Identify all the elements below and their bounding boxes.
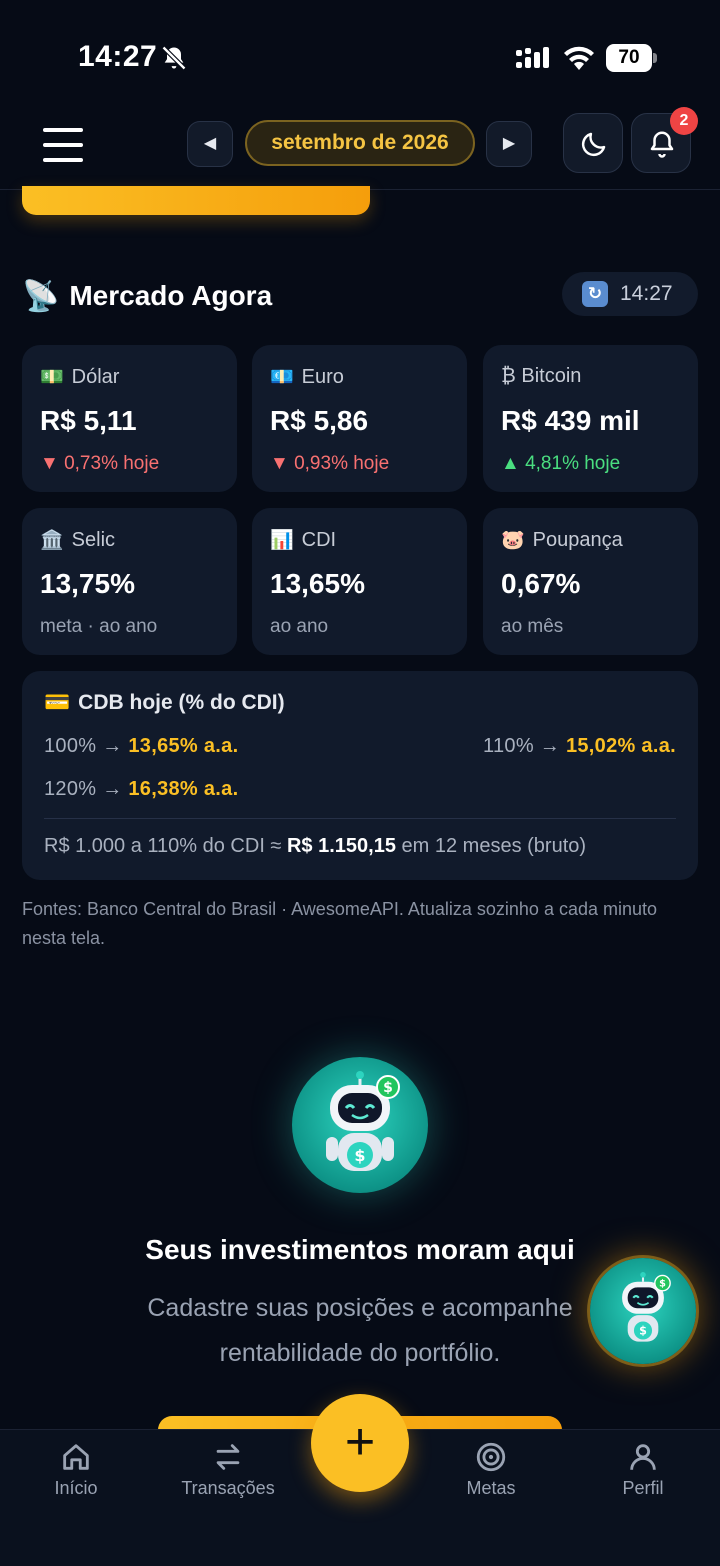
cdb-example: R$ 1.000 a 110% do CDI ≈ R$ 1.150,15 em … bbox=[44, 835, 587, 857]
cdb-rate-row: 100% → 13,65% a.a. bbox=[44, 735, 239, 757]
selic-card: 🏛️ Selic 13,75% meta · ao ano bbox=[22, 508, 237, 655]
card-change: ▲ 4,81% hoje bbox=[501, 453, 621, 474]
bell-muted-icon bbox=[161, 45, 187, 71]
satellite-icon: 📡 bbox=[22, 279, 60, 313]
nav-label: Metas bbox=[466, 1478, 516, 1498]
cellular-signal-icon bbox=[516, 47, 549, 68]
empty-state-title: Seus investimentos moram aqui bbox=[145, 1234, 575, 1265]
credit-card-icon: 💳 bbox=[44, 691, 71, 714]
data-sources-note: Fontes: Banco Central do Brasil · Awesom… bbox=[22, 899, 658, 948]
primary-action-button[interactable] bbox=[22, 186, 370, 215]
user-icon bbox=[630, 1444, 656, 1470]
card-caption: ao mês bbox=[501, 616, 564, 637]
add-button[interactable]: + bbox=[311, 1394, 409, 1492]
card-value: 0,67% bbox=[501, 568, 581, 599]
notification-badge: 2 bbox=[670, 107, 698, 135]
battery-icon: 70 bbox=[606, 44, 657, 72]
card-label: ₿ Bitcoin bbox=[501, 365, 582, 387]
card-value: R$ 5,86 bbox=[270, 405, 369, 436]
nav-label: Transações bbox=[181, 1478, 275, 1498]
menu-button[interactable] bbox=[38, 120, 88, 170]
card-label: CDI bbox=[301, 528, 337, 551]
bitcoin-card: ₿ Bitcoin R$ 439 mil ▲ 4,81% hoje bbox=[483, 345, 698, 492]
cdb-card: 💳 CDB hoje (% do CDI) 100% → 13,65% a.a. … bbox=[22, 671, 698, 880]
refresh-button[interactable]: ↻ 14:27 bbox=[562, 272, 698, 316]
cdb-rate-row: 120% → 16,38% a.a. bbox=[44, 778, 239, 800]
transfer-icon bbox=[216, 1444, 240, 1470]
market-section-title: 📡 Mercado Agora bbox=[22, 274, 272, 318]
dollar-card: 💵 Dólar R$ 5,11 ▼ 0,73% hoje bbox=[22, 345, 237, 492]
home-icon bbox=[63, 1444, 89, 1470]
bar-chart-icon: 📊 bbox=[270, 530, 294, 551]
card-label: Poupança bbox=[532, 528, 623, 551]
status-time: 14:27 bbox=[78, 40, 158, 73]
empty-state-description: Cadastre suas posições e acompanhe renta… bbox=[147, 1294, 573, 1367]
euro-banknote-icon: 💶 bbox=[270, 367, 294, 388]
card-caption: ao ano bbox=[270, 616, 329, 637]
card-label: Selic bbox=[71, 528, 116, 551]
card-caption: meta · ao ano bbox=[40, 616, 158, 637]
assistant-robot-button[interactable]: $ $ bbox=[590, 1258, 696, 1364]
last-updated-time: 14:27 bbox=[620, 282, 673, 305]
refresh-icon: ↻ bbox=[582, 281, 608, 307]
dollar-banknote-icon: 💵 bbox=[40, 367, 64, 388]
card-value: R$ 439 mil bbox=[501, 405, 640, 436]
card-value: 13,75% bbox=[40, 568, 135, 599]
nav-label: Início bbox=[54, 1478, 98, 1498]
nav-item-metas[interactable]: Metas bbox=[421, 1440, 561, 1520]
svg-text:$: $ bbox=[354, 1146, 365, 1165]
nav-item-transacoes[interactable]: Transações bbox=[158, 1440, 298, 1520]
app-header: ◀ setembro de 2026 ▶ bbox=[0, 100, 720, 190]
status-bar: 14:27 70 bbox=[0, 0, 720, 100]
cdb-title: CDB hoje (% do CDI) bbox=[78, 691, 285, 714]
bell-icon bbox=[650, 131, 674, 158]
target-icon bbox=[476, 1442, 506, 1472]
divider bbox=[44, 818, 676, 819]
savings-card: 🐷 Poupança 0,67% ao mês bbox=[483, 508, 698, 655]
theme-toggle-button[interactable] bbox=[563, 113, 623, 173]
card-value: 13,65% bbox=[270, 568, 365, 599]
next-month-button[interactable]: ▶ bbox=[486, 121, 532, 167]
robot-mascot-icon: $ $ bbox=[292, 1057, 428, 1193]
market-title: Mercado Agora bbox=[69, 280, 273, 311]
card-label: Dólar bbox=[71, 365, 120, 388]
euro-card: 💶 Euro R$ 5,86 ▼ 0,93% hoje bbox=[252, 345, 467, 492]
svg-text:$: $ bbox=[639, 1325, 647, 1338]
pig-icon: 🐷 bbox=[501, 530, 525, 551]
nav-label: Perfil bbox=[622, 1478, 664, 1498]
robot-icon: $ $ bbox=[622, 1272, 671, 1342]
card-value: R$ 5,11 bbox=[40, 405, 137, 436]
nav-item-inicio[interactable]: Início bbox=[6, 1440, 146, 1520]
card-change: ▼ 0,73% hoje bbox=[40, 453, 160, 474]
moon-icon bbox=[581, 132, 606, 157]
card-change: ▼ 0,93% hoje bbox=[270, 453, 390, 474]
cdi-card: 📊 CDI 13,65% ao ano bbox=[252, 508, 467, 655]
wifi-icon bbox=[564, 46, 594, 70]
previous-month-button[interactable]: ◀ bbox=[187, 121, 233, 167]
battery-level: 70 bbox=[618, 47, 640, 68]
nav-item-perfil[interactable]: Perfil bbox=[573, 1440, 713, 1520]
svg-text:$: $ bbox=[383, 1080, 393, 1096]
card-label: Euro bbox=[301, 365, 344, 388]
month-selector[interactable]: setembro de 2026 bbox=[245, 120, 475, 166]
investments-screen: 14:27 70 ◀ setembro de 2026 ▶ 2 📡 Mercad… bbox=[0, 0, 720, 1566]
bank-icon: 🏛️ bbox=[40, 530, 64, 551]
svg-text:$: $ bbox=[659, 1279, 666, 1290]
cdb-rate-row: 110% → 15,02% a.a. bbox=[483, 735, 676, 757]
